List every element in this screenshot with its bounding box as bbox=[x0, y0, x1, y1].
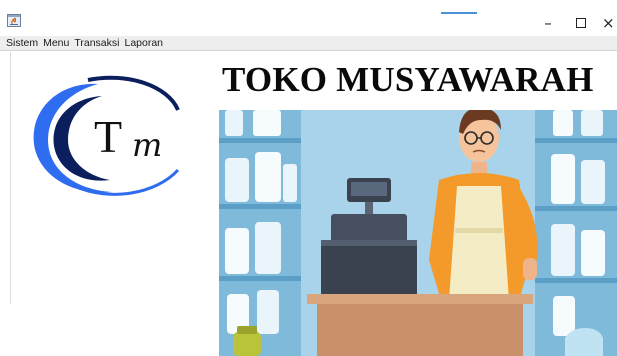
logo-arc-top bbox=[87, 75, 180, 111]
minimize-button[interactable]: – bbox=[530, 10, 566, 36]
store-logo: T m bbox=[33, 75, 180, 196]
title-bar: – × bbox=[0, 0, 617, 36]
menu-menu[interactable]: Menu bbox=[41, 36, 72, 50]
main-panel: T m TOKO MUSYAWARAH bbox=[0, 52, 617, 356]
panel-divider bbox=[10, 52, 11, 304]
shopkeeper-apron bbox=[449, 186, 509, 300]
register-base bbox=[321, 240, 417, 302]
maximize-icon bbox=[576, 18, 586, 28]
maximize-button[interactable] bbox=[566, 10, 596, 36]
water-jug bbox=[565, 328, 603, 356]
menu-laporan[interactable]: Laporan bbox=[122, 36, 166, 50]
logo-letter-t: T bbox=[94, 111, 122, 162]
menu-transaksi[interactable]: Transaksi bbox=[72, 36, 122, 50]
menu-sistem[interactable]: Sistem bbox=[4, 36, 41, 50]
close-button[interactable]: × bbox=[602, 10, 617, 36]
register-body bbox=[331, 214, 407, 244]
gas-canister bbox=[233, 332, 261, 356]
title-accent-line bbox=[441, 12, 477, 14]
store-title: TOKO MUSYAWARAH bbox=[222, 60, 594, 99]
shop-illustration bbox=[219, 110, 617, 356]
logo-letter-m: m bbox=[132, 126, 162, 164]
counter-top bbox=[307, 294, 533, 304]
java-app-icon bbox=[7, 14, 21, 27]
counter-front bbox=[317, 304, 523, 356]
menu-bar: Sistem Menu Transaksi Laporan bbox=[0, 36, 617, 51]
